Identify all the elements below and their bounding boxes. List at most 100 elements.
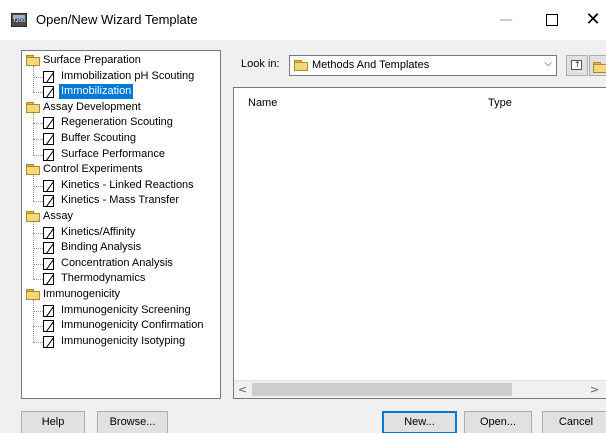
tree-item[interactable]: Immobilization pH Scouting bbox=[43, 69, 218, 84]
tree-connector bbox=[33, 154, 43, 156]
folder-icon bbox=[26, 55, 40, 66]
tree-connector bbox=[33, 232, 43, 234]
template-icon bbox=[43, 304, 54, 317]
tree-connector bbox=[33, 185, 43, 187]
template-icon bbox=[43, 86, 54, 99]
tree-connector bbox=[33, 300, 34, 342]
folder-icon bbox=[26, 101, 40, 113]
template-icon bbox=[43, 273, 54, 286]
look-in-label: Look in: bbox=[241, 58, 280, 70]
file-list[interactable]: Name Type < > bbox=[233, 87, 606, 399]
tree-item-label: Immunogenicity Isotyping bbox=[61, 334, 186, 347]
title-bar: T200 Open/New Wizard Template — ✕ bbox=[0, 0, 606, 40]
tree-connector bbox=[33, 201, 43, 203]
tree-item[interactable]: Immunogenicity Screening bbox=[43, 303, 218, 318]
tree-group-label: Surface Preparation bbox=[43, 54, 141, 66]
tree-connector bbox=[33, 175, 34, 202]
folder-icon bbox=[26, 211, 40, 222]
template-icon bbox=[43, 242, 54, 255]
template-icon bbox=[43, 335, 54, 348]
new-button[interactable]: New... bbox=[382, 411, 457, 433]
folder-icon bbox=[294, 60, 308, 71]
tree-item-label: Binding Analysis bbox=[61, 241, 142, 254]
up-folder-icon: ↑ bbox=[571, 60, 582, 70]
scroll-left-arrow[interactable]: < bbox=[234, 381, 251, 398]
app-icon-text: T200 bbox=[12, 18, 26, 24]
tree-item[interactable]: Concentration Analysis bbox=[43, 256, 218, 271]
tree-connector bbox=[33, 66, 34, 93]
template-icon bbox=[43, 148, 54, 161]
tree-connector bbox=[33, 123, 43, 125]
tree-item[interactable]: Kinetics - Linked Reactions bbox=[43, 178, 218, 193]
open-button[interactable]: Open... bbox=[464, 411, 532, 433]
tree-item-label: Concentration Analysis bbox=[61, 256, 173, 269]
folder-icon bbox=[26, 289, 40, 300]
scroll-thumb[interactable] bbox=[252, 383, 512, 396]
tree-connector bbox=[33, 139, 43, 140]
tree-group[interactable]: Surface Preparation bbox=[26, 53, 216, 68]
template-icon bbox=[43, 257, 54, 270]
template-icon bbox=[43, 195, 54, 208]
scroll-right-arrow[interactable]: > bbox=[586, 381, 603, 398]
tree-connector bbox=[33, 222, 34, 280]
maximize-button[interactable] bbox=[529, 0, 575, 40]
tree-item[interactable]: Binding Analysis bbox=[43, 240, 218, 255]
template-icon bbox=[43, 133, 54, 145]
tree-group-label: Assay bbox=[43, 210, 73, 222]
tree-connector bbox=[33, 248, 43, 250]
look-in-value: Methods And Templates bbox=[312, 59, 430, 71]
tree-item[interactable]: Buffer Scouting bbox=[43, 131, 218, 146]
tree-connector bbox=[33, 112, 34, 155]
tree-item[interactable]: Kinetics - Mass Transfer bbox=[43, 193, 218, 208]
tree-connector bbox=[33, 263, 43, 265]
tree-connector bbox=[33, 341, 43, 343]
tree-item-label: Kinetics/Affinity bbox=[61, 225, 136, 238]
maximize-icon bbox=[546, 14, 558, 26]
tree-item-label: Regeneration Scouting bbox=[61, 116, 173, 129]
tree-item[interactable]: Immunogenicity Isotyping bbox=[43, 334, 218, 349]
tree-item[interactable]: Surface Performance bbox=[43, 147, 218, 162]
tree-item-label: Immobilization bbox=[59, 84, 134, 100]
tree-item-label: Immobilization pH Scouting bbox=[61, 69, 195, 82]
browse-button[interactable]: Browse... bbox=[97, 411, 168, 433]
tree-group-label: Control Experiments bbox=[43, 163, 143, 176]
folder-icon bbox=[26, 164, 40, 176]
tree-item-label: Kinetics - Mass Transfer bbox=[61, 194, 179, 207]
tree-group[interactable]: Assay Development bbox=[26, 100, 216, 115]
tree-group[interactable]: Immunogenicity bbox=[26, 287, 216, 302]
horizontal-scrollbar[interactable]: < > bbox=[234, 380, 606, 398]
new-folder-icon bbox=[593, 62, 606, 73]
chevron-down-icon: ⌵ bbox=[544, 58, 552, 69]
help-button[interactable]: Help bbox=[21, 411, 85, 433]
tree-item[interactable]: Immobilization bbox=[43, 84, 218, 100]
new-folder-button[interactable] bbox=[589, 55, 606, 76]
tree-connector bbox=[33, 92, 43, 94]
tree-item-label: Immunogenicity Screening bbox=[61, 303, 191, 316]
template-tree[interactable]: Surface Preparation Immobilization pH Sco… bbox=[21, 50, 221, 399]
tree-group-label: Immunogenicity bbox=[43, 288, 121, 300]
column-header-name[interactable]: Name bbox=[248, 97, 277, 109]
tree-item[interactable]: Immunogenicity Confirmation bbox=[43, 318, 218, 333]
column-header-type[interactable]: Type bbox=[488, 97, 512, 109]
tree-item-label: Immunogenicity Confirmation bbox=[61, 319, 204, 332]
tree-item[interactable]: Thermodynamics bbox=[43, 271, 218, 286]
tree-group-label: Assay Development bbox=[43, 100, 141, 113]
tree-connector bbox=[33, 310, 43, 312]
tree-connector bbox=[33, 326, 43, 328]
template-icon bbox=[43, 226, 54, 239]
minimize-button[interactable]: — bbox=[483, 0, 529, 40]
up-one-level-button[interactable]: ↑ bbox=[566, 55, 588, 76]
tree-group[interactable]: Control Experiments bbox=[26, 162, 216, 177]
tree-item[interactable]: Regeneration Scouting bbox=[43, 115, 218, 130]
template-icon bbox=[43, 117, 54, 130]
tree-connector bbox=[33, 76, 43, 78]
tree-item[interactable]: Kinetics/Affinity bbox=[43, 225, 218, 240]
tree-item-label: Thermodynamics bbox=[61, 272, 146, 285]
template-icon bbox=[43, 320, 54, 333]
cancel-button[interactable]: Cancel bbox=[542, 411, 606, 433]
look-in-dropdown[interactable]: Methods And Templates ⌵ bbox=[289, 55, 557, 76]
tree-group[interactable]: Assay bbox=[26, 209, 216, 224]
tree-item-label: Buffer Scouting bbox=[61, 132, 137, 144]
template-icon bbox=[43, 70, 54, 83]
close-button[interactable]: ✕ bbox=[570, 0, 606, 40]
